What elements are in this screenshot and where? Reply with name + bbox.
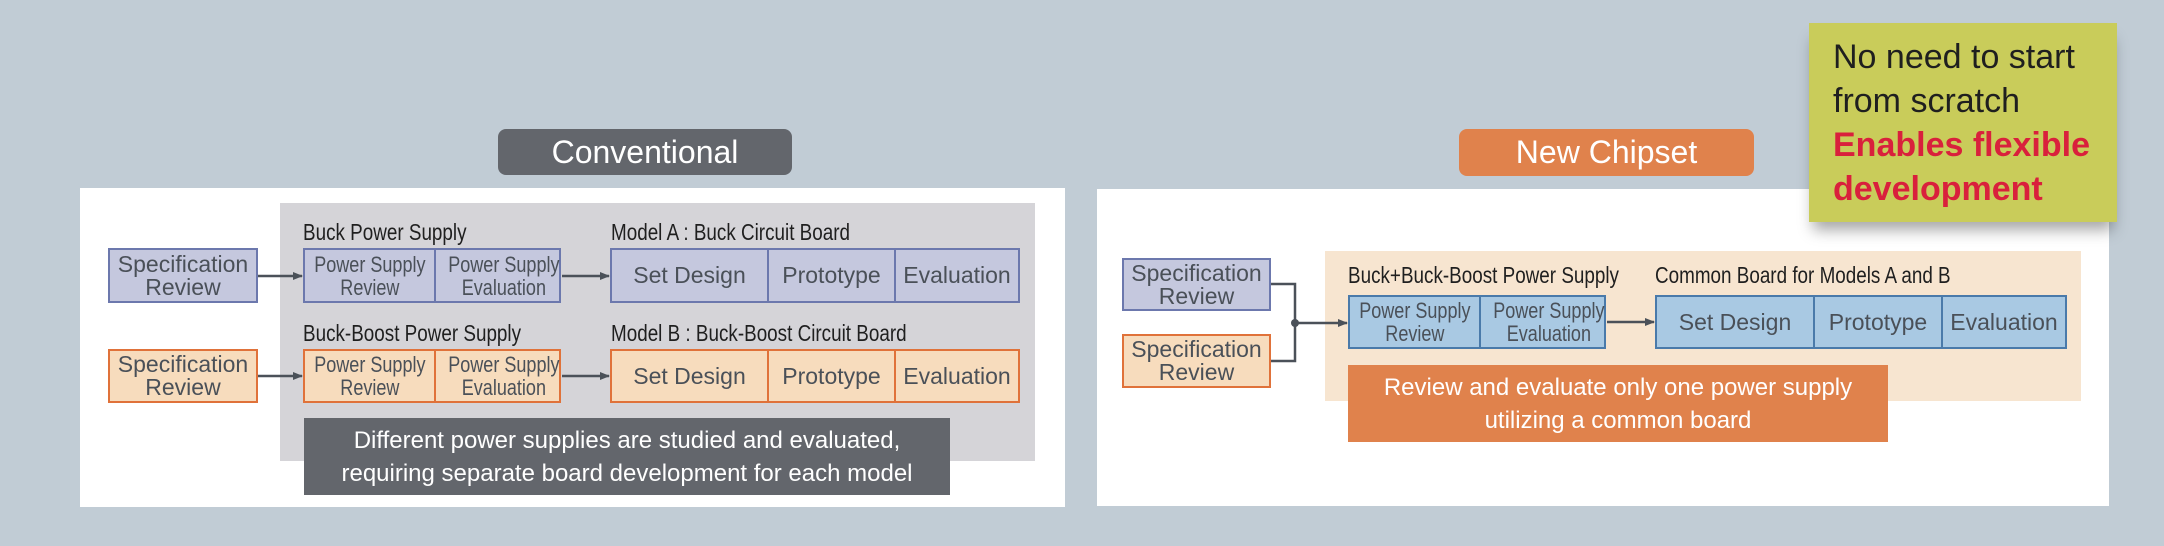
junction-dot	[1291, 319, 1299, 327]
flow-arrows	[258, 272, 1655, 380]
